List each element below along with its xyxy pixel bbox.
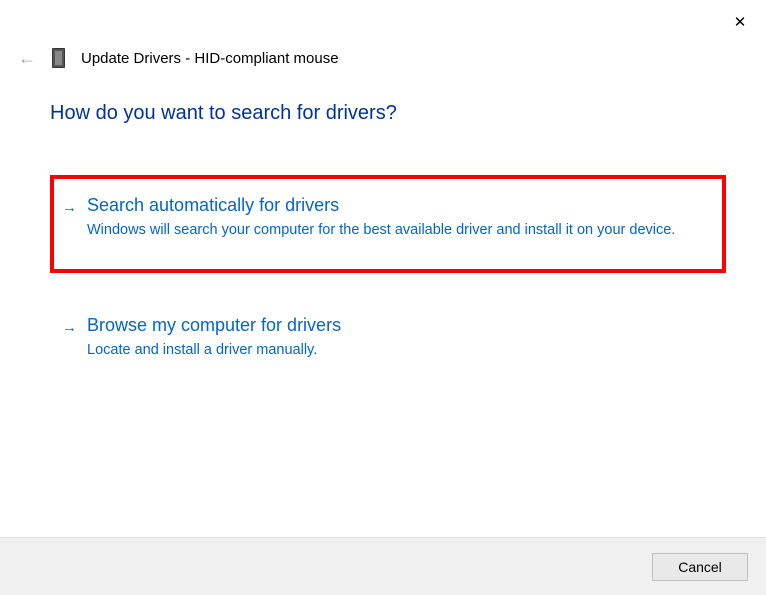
option-browse-wrapper: → Browse my computer for drivers Locate … [50, 295, 726, 393]
content-area: How do you want to search for drivers? →… [0, 68, 766, 393]
option-body: Search automatically for drivers Windows… [87, 195, 708, 241]
cancel-button[interactable]: Cancel [652, 553, 748, 581]
option-body: Browse my computer for drivers Locate an… [87, 315, 708, 361]
option-auto-wrapper: → Search automatically for drivers Windo… [50, 175, 726, 273]
titlebar: ✕ [0, 0, 766, 40]
option-search-automatically[interactable]: → Search automatically for drivers Windo… [62, 195, 708, 241]
option-title: Browse my computer for drivers [87, 315, 708, 336]
header-row: ← Update Drivers - HID-compliant mouse [0, 48, 766, 68]
option-description: Locate and install a driver manually. [87, 340, 708, 361]
option-title: Search automatically for drivers [87, 195, 708, 216]
close-icon: ✕ [734, 13, 747, 31]
page-heading: How do you want to search for drivers? [50, 102, 726, 125]
option-browse-computer[interactable]: → Browse my computer for drivers Locate … [62, 315, 708, 361]
arrow-right-icon: → [62, 319, 77, 336]
footer-bar: Cancel [0, 537, 766, 595]
device-icon [52, 48, 65, 68]
window-title: Update Drivers - HID-compliant mouse [81, 50, 339, 67]
arrow-right-icon: → [62, 199, 77, 216]
back-arrow-icon[interactable]: ← [18, 49, 36, 67]
option-description: Windows will search your computer for th… [87, 220, 708, 241]
close-button[interactable]: ✕ [728, 10, 752, 34]
